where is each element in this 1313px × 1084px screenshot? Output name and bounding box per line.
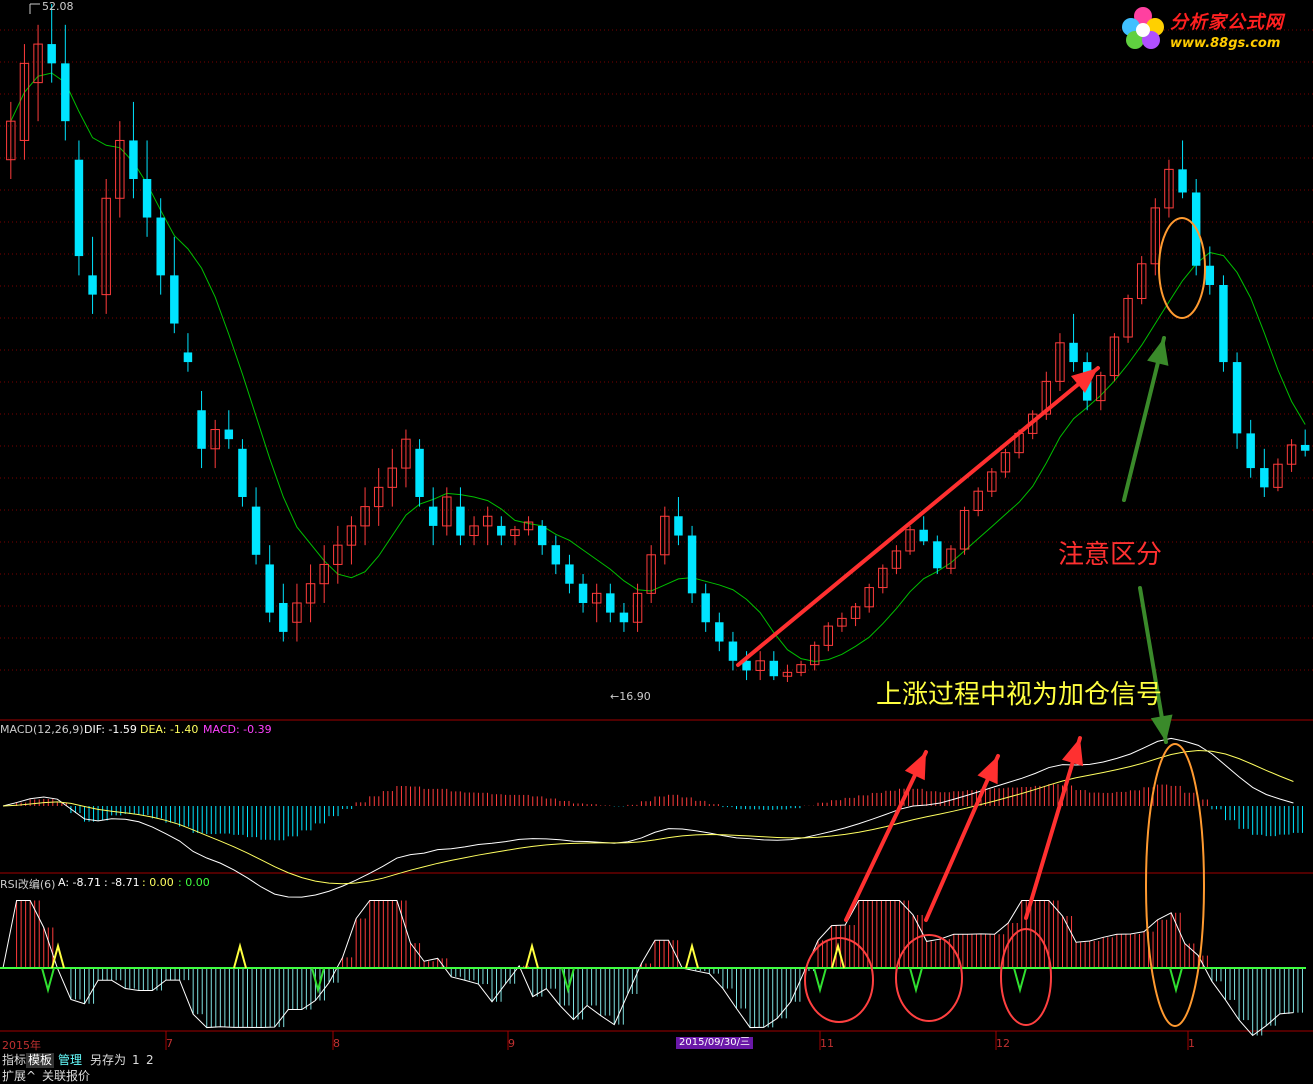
buy-signal-marker — [311, 967, 325, 994]
cursor-date-badge: 2015/09/30/三 — [676, 1037, 754, 1049]
candle-body-down — [47, 44, 56, 64]
manage-button[interactable]: 管理 — [56, 1053, 84, 1068]
candle-body-down — [1219, 284, 1228, 363]
candle-body-down — [1260, 468, 1269, 488]
macd-header-dea: DEA: -1.40 — [140, 723, 199, 736]
rsi-header-b: : -8.71 — [104, 876, 140, 889]
sell-signal-marker — [233, 942, 247, 969]
candle-body-down — [769, 660, 779, 677]
indicator-button[interactable]: 指标 — [0, 1053, 28, 1068]
candle-body-down — [728, 641, 738, 661]
candle-body-down — [701, 593, 710, 623]
note-distinguish: 注意区分 — [1058, 540, 1163, 570]
price-low-label: ←16.90 — [610, 690, 651, 703]
page-2-button[interactable]: 2 — [144, 1053, 156, 1068]
signal-arrow-3 — [1024, 736, 1082, 920]
candle-body-down — [1069, 342, 1078, 363]
candle-body-down — [238, 448, 247, 497]
candle-body-down — [619, 612, 629, 623]
candle-body-down — [265, 564, 274, 613]
candle-body-down — [142, 178, 152, 218]
logo-title: 分析家公式网 — [1170, 12, 1284, 33]
candle-body-down — [551, 545, 561, 565]
related-quotes-button[interactable]: 关联报价 — [40, 1069, 92, 1084]
x-label-5: 12 — [996, 1037, 1010, 1050]
trend-arrow — [736, 366, 1100, 667]
macd-header-name: MACD(12,26,9) — [0, 723, 84, 736]
candle-body-down — [1205, 265, 1215, 285]
candle-body-down — [919, 529, 928, 542]
candle-body-down — [674, 516, 683, 536]
candle-body-down — [1246, 433, 1255, 469]
buy-signal-marker — [813, 967, 827, 994]
rsi-panel — [0, 900, 1306, 1037]
candle-body-down — [1300, 444, 1310, 451]
candle-body-down — [578, 583, 588, 603]
candle-body-down — [537, 525, 547, 546]
candle-body-down — [279, 602, 288, 632]
macd-header-dif: DIF: -1.59 — [84, 723, 137, 736]
candle-body-down — [456, 506, 465, 536]
x-label-2: 8 — [333, 1037, 340, 1050]
candle-body-down — [197, 410, 206, 449]
signal-arrow-1 — [844, 750, 928, 922]
buy-signal-marker — [909, 967, 923, 994]
candle-body-down — [156, 217, 165, 276]
candle-body-down — [183, 352, 193, 363]
buy-signal-marker — [41, 967, 55, 994]
candle-body-down — [170, 275, 179, 324]
candle-body-down — [565, 564, 574, 584]
sell-signal-marker — [685, 942, 699, 969]
candle-body-down — [715, 622, 724, 642]
rsi-header-c: : 0.00 — [142, 876, 174, 889]
expand-button[interactable]: 扩展^ — [0, 1069, 38, 1084]
candlestick-series — [6, 4, 1310, 682]
x-label-3: 9 — [508, 1037, 515, 1050]
green-arrow-up-head — [1147, 338, 1169, 366]
candle-body-down — [251, 506, 261, 555]
x-label-1: 7 — [166, 1037, 173, 1050]
signal-circle-2 — [895, 934, 963, 1022]
signal-arrow-3-head — [1061, 738, 1084, 767]
save-as-button[interactable]: 另存为 — [88, 1053, 128, 1068]
ma-line — [10, 72, 1306, 663]
price-high-label: 52.08 — [42, 0, 74, 13]
candle-body-down — [129, 140, 138, 179]
rsi-header-a: A: -8.71 — [58, 876, 101, 889]
candle-body-down — [224, 429, 234, 440]
note-add-position-signal: 上涨过程中视为加仓信号 — [876, 680, 1163, 710]
rsi-header-d: : 0.00 — [178, 876, 210, 889]
buy-signal-marker — [1169, 967, 1183, 994]
template-button[interactable]: 模板 — [26, 1053, 55, 1068]
candle-body-down — [1178, 169, 1187, 193]
candle-body-down — [88, 275, 97, 295]
candle-body-down — [428, 506, 438, 526]
candle-body-down — [606, 593, 615, 613]
rsi-header-name: RSI改编(6) — [0, 878, 56, 891]
macd-header-macd: MACD: -0.39 — [203, 723, 272, 736]
moving-average-line — [10, 72, 1306, 663]
buy-signal-marker — [1013, 967, 1027, 994]
candle-body-down — [933, 541, 942, 569]
candle-body-down — [74, 159, 84, 257]
green-arrow-down-head — [1150, 714, 1173, 742]
site-logo: 分析家公式网 www.88gs.com — [1118, 2, 1308, 60]
candle-body-down — [1232, 362, 1242, 434]
x-label-6: 1 — [1188, 1037, 1195, 1050]
candle-body-down — [497, 525, 506, 536]
candle-body-down — [415, 448, 424, 497]
flower-logo-icon — [1122, 7, 1164, 49]
logo-url: www.88gs.com — [1170, 36, 1281, 51]
macd-dea-line — [2, 750, 1294, 885]
highlight-ellipse-price — [1158, 217, 1206, 319]
page-1-button[interactable]: 1 — [130, 1053, 142, 1068]
bottom-toolbar: 指标 模板 管理 另存为 1 2 扩展^ 关联报价 — [0, 1051, 1313, 1083]
sell-signal-marker — [831, 942, 845, 969]
sell-signal-marker — [525, 942, 539, 969]
buy-signal-marker — [561, 967, 575, 994]
candle-body-down — [687, 535, 697, 594]
x-label-4: 11 — [820, 1037, 834, 1050]
candle-body-down — [61, 63, 70, 122]
signal-arrow-2 — [924, 754, 1000, 922]
